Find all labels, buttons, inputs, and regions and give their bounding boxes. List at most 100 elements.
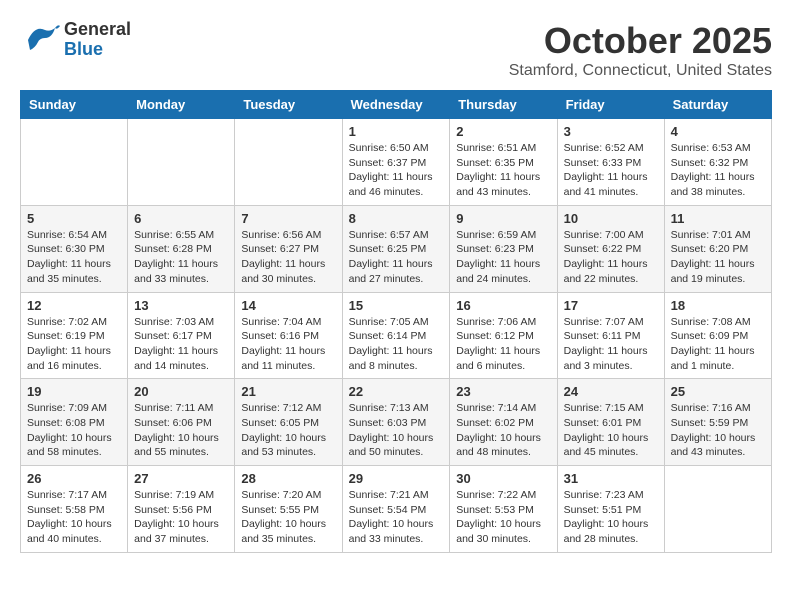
calendar-cell: 1 Sunrise: 6:50 AM Sunset: 6:37 PM Daylig… [342,119,450,206]
day-number: 29 [349,471,444,486]
day-number: 7 [241,211,335,226]
day-info: Sunrise: 7:23 AM Sunset: 5:51 PM Dayligh… [564,488,658,547]
calendar-cell: 18Sunrise: 7:08 AM Sunset: 6:09 PM Dayli… [664,292,771,379]
day-info: Sunrise: 7:21 AM Sunset: 5:54 PM Dayligh… [349,488,444,547]
calendar-cell: 9 Sunrise: 6:59 AM Sunset: 6:23 PM Daylig… [450,205,557,292]
calendar-cell: 29 Sunrise: 7:21 AM Sunset: 5:54 PM Dayli… [342,466,450,553]
calendar-cell: 3Sunrise: 6:52 AM Sunset: 6:33 PM Daylig… [557,119,664,206]
calendar-cell: 10 Sunrise: 7:00 AM Sunset: 6:22 PM Dayli… [557,205,664,292]
day-number: 31 [564,471,658,486]
calendar-header-row: SundayMondayTuesdayWednesdayThursdayFrid… [21,91,772,119]
calendar-cell: 12 Sunrise: 7:02 AM Sunset: 6:19 PM Dayli… [21,292,128,379]
day-number: 5 [27,211,121,226]
calendar-cell: 13 Sunrise: 7:03 AM Sunset: 6:17 PM Dayli… [128,292,235,379]
calendar-cell: 31 Sunrise: 7:23 AM Sunset: 5:51 PM Dayli… [557,466,664,553]
title-section: October 2025 Stamford, Connecticut, Unit… [509,20,772,80]
day-number: 14 [241,298,335,313]
day-number: 17 [564,298,658,313]
day-info: Sunrise: 7:01 AM Sunset: 6:20 PM Dayligh… [671,228,765,287]
day-info: Sunrise: 7:00 AM Sunset: 6:22 PM Dayligh… [564,228,658,287]
calendar-cell: 15Sunrise: 7:05 AM Sunset: 6:14 PM Dayli… [342,292,450,379]
logo-general-text: General [64,20,131,40]
calendar-cell: 2 Sunrise: 6:51 AM Sunset: 6:35 PM Daylig… [450,119,557,206]
calendar-cell: 26 Sunrise: 7:17 AM Sunset: 5:58 PM Dayli… [21,466,128,553]
day-number: 21 [241,384,335,399]
day-info: Sunrise: 7:07 AM Sunset: 6:11 PM Dayligh… [564,315,658,374]
calendar-cell: 30 Sunrise: 7:22 AM Sunset: 5:53 PM Dayli… [450,466,557,553]
calendar-cell [664,466,771,553]
day-number: 18 [671,298,765,313]
calendar-cell: 14 Sunrise: 7:04 AM Sunset: 6:16 PM Dayli… [235,292,342,379]
day-info: Sunrise: 6:50 AM Sunset: 6:37 PM Dayligh… [349,141,444,200]
calendar-cell: 20Sunrise: 7:11 AM Sunset: 6:06 PM Dayli… [128,379,235,466]
calendar-week-row: 26 Sunrise: 7:17 AM Sunset: 5:58 PM Dayli… [21,466,772,553]
day-number: 16 [456,298,550,313]
day-info: Sunrise: 7:22 AM Sunset: 5:53 PM Dayligh… [456,488,550,547]
day-info: Sunrise: 7:02 AM Sunset: 6:19 PM Dayligh… [27,315,121,374]
day-info: Sunrise: 7:14 AM Sunset: 6:02 PM Dayligh… [456,401,550,460]
day-of-week-header: Saturday [664,91,771,119]
day-number: 23 [456,384,550,399]
calendar-cell: 17 Sunrise: 7:07 AM Sunset: 6:11 PM Dayli… [557,292,664,379]
day-info: Sunrise: 6:52 AM Sunset: 6:33 PM Dayligh… [564,141,658,200]
day-info: Sunrise: 7:13 AM Sunset: 6:03 PM Dayligh… [349,401,444,460]
calendar-cell [21,119,128,206]
day-info: Sunrise: 7:19 AM Sunset: 5:56 PM Dayligh… [134,488,228,547]
day-number: 12 [27,298,121,313]
day-info: Sunrise: 6:57 AM Sunset: 6:25 PM Dayligh… [349,228,444,287]
day-info: Sunrise: 7:04 AM Sunset: 6:16 PM Dayligh… [241,315,335,374]
calendar-cell: 16 Sunrise: 7:06 AM Sunset: 6:12 PM Dayli… [450,292,557,379]
day-number: 26 [27,471,121,486]
calendar-cell: 23 Sunrise: 7:14 AM Sunset: 6:02 PM Dayli… [450,379,557,466]
calendar-cell: 7 Sunrise: 6:56 AM Sunset: 6:27 PM Daylig… [235,205,342,292]
day-number: 22 [349,384,444,399]
day-of-week-header: Thursday [450,91,557,119]
day-number: 25 [671,384,765,399]
day-number: 11 [671,211,765,226]
calendar-cell: 8 Sunrise: 6:57 AM Sunset: 6:25 PM Daylig… [342,205,450,292]
month-title: October 2025 [509,20,772,62]
logo-bird-icon [20,20,60,60]
day-info: Sunrise: 6:51 AM Sunset: 6:35 PM Dayligh… [456,141,550,200]
day-info: Sunrise: 7:17 AM Sunset: 5:58 PM Dayligh… [27,488,121,547]
logo-blue-text: Blue [64,40,131,60]
day-number: 1 [349,124,444,139]
calendar-cell [128,119,235,206]
day-of-week-header: Wednesday [342,91,450,119]
day-of-week-header: Sunday [21,91,128,119]
calendar-cell: 11 Sunrise: 7:01 AM Sunset: 6:20 PM Dayli… [664,205,771,292]
day-number: 19 [27,384,121,399]
day-number: 4 [671,124,765,139]
day-number: 30 [456,471,550,486]
day-number: 10 [564,211,658,226]
calendar-table: SundayMondayTuesdayWednesdayThursdayFrid… [20,90,772,553]
calendar-cell: 21Sunrise: 7:12 AM Sunset: 6:05 PM Dayli… [235,379,342,466]
day-info: Sunrise: 6:55 AM Sunset: 6:28 PM Dayligh… [134,228,228,287]
day-number: 15 [349,298,444,313]
day-info: Sunrise: 6:56 AM Sunset: 6:27 PM Dayligh… [241,228,335,287]
calendar-week-row: 19 Sunrise: 7:09 AM Sunset: 6:08 PM Dayli… [21,379,772,466]
day-info: Sunrise: 7:06 AM Sunset: 6:12 PM Dayligh… [456,315,550,374]
day-number: 2 [456,124,550,139]
calendar-week-row: 1 Sunrise: 6:50 AM Sunset: 6:37 PM Daylig… [21,119,772,206]
logo: General Blue [20,20,131,60]
day-info: Sunrise: 7:11 AM Sunset: 6:06 PM Dayligh… [134,401,228,460]
calendar-cell: 5Sunrise: 6:54 AM Sunset: 6:30 PM Daylig… [21,205,128,292]
day-info: Sunrise: 7:20 AM Sunset: 5:55 PM Dayligh… [241,488,335,547]
day-number: 8 [349,211,444,226]
calendar-cell: 22 Sunrise: 7:13 AM Sunset: 6:03 PM Dayli… [342,379,450,466]
day-number: 9 [456,211,550,226]
day-info: Sunrise: 7:09 AM Sunset: 6:08 PM Dayligh… [27,401,121,460]
day-number: 27 [134,471,228,486]
day-info: Sunrise: 6:59 AM Sunset: 6:23 PM Dayligh… [456,228,550,287]
day-info: Sunrise: 6:53 AM Sunset: 6:32 PM Dayligh… [671,141,765,200]
day-info: Sunrise: 7:03 AM Sunset: 6:17 PM Dayligh… [134,315,228,374]
calendar-cell: 6Sunrise: 6:55 AM Sunset: 6:28 PM Daylig… [128,205,235,292]
calendar-cell: 4 Sunrise: 6:53 AM Sunset: 6:32 PM Daylig… [664,119,771,206]
day-info: Sunrise: 7:16 AM Sunset: 5:59 PM Dayligh… [671,401,765,460]
day-number: 13 [134,298,228,313]
day-of-week-header: Tuesday [235,91,342,119]
page-header: General Blue October 2025 Stamford, Conn… [20,20,772,80]
calendar-cell: 25 Sunrise: 7:16 AM Sunset: 5:59 PM Dayli… [664,379,771,466]
calendar-week-row: 12 Sunrise: 7:02 AM Sunset: 6:19 PM Dayli… [21,292,772,379]
